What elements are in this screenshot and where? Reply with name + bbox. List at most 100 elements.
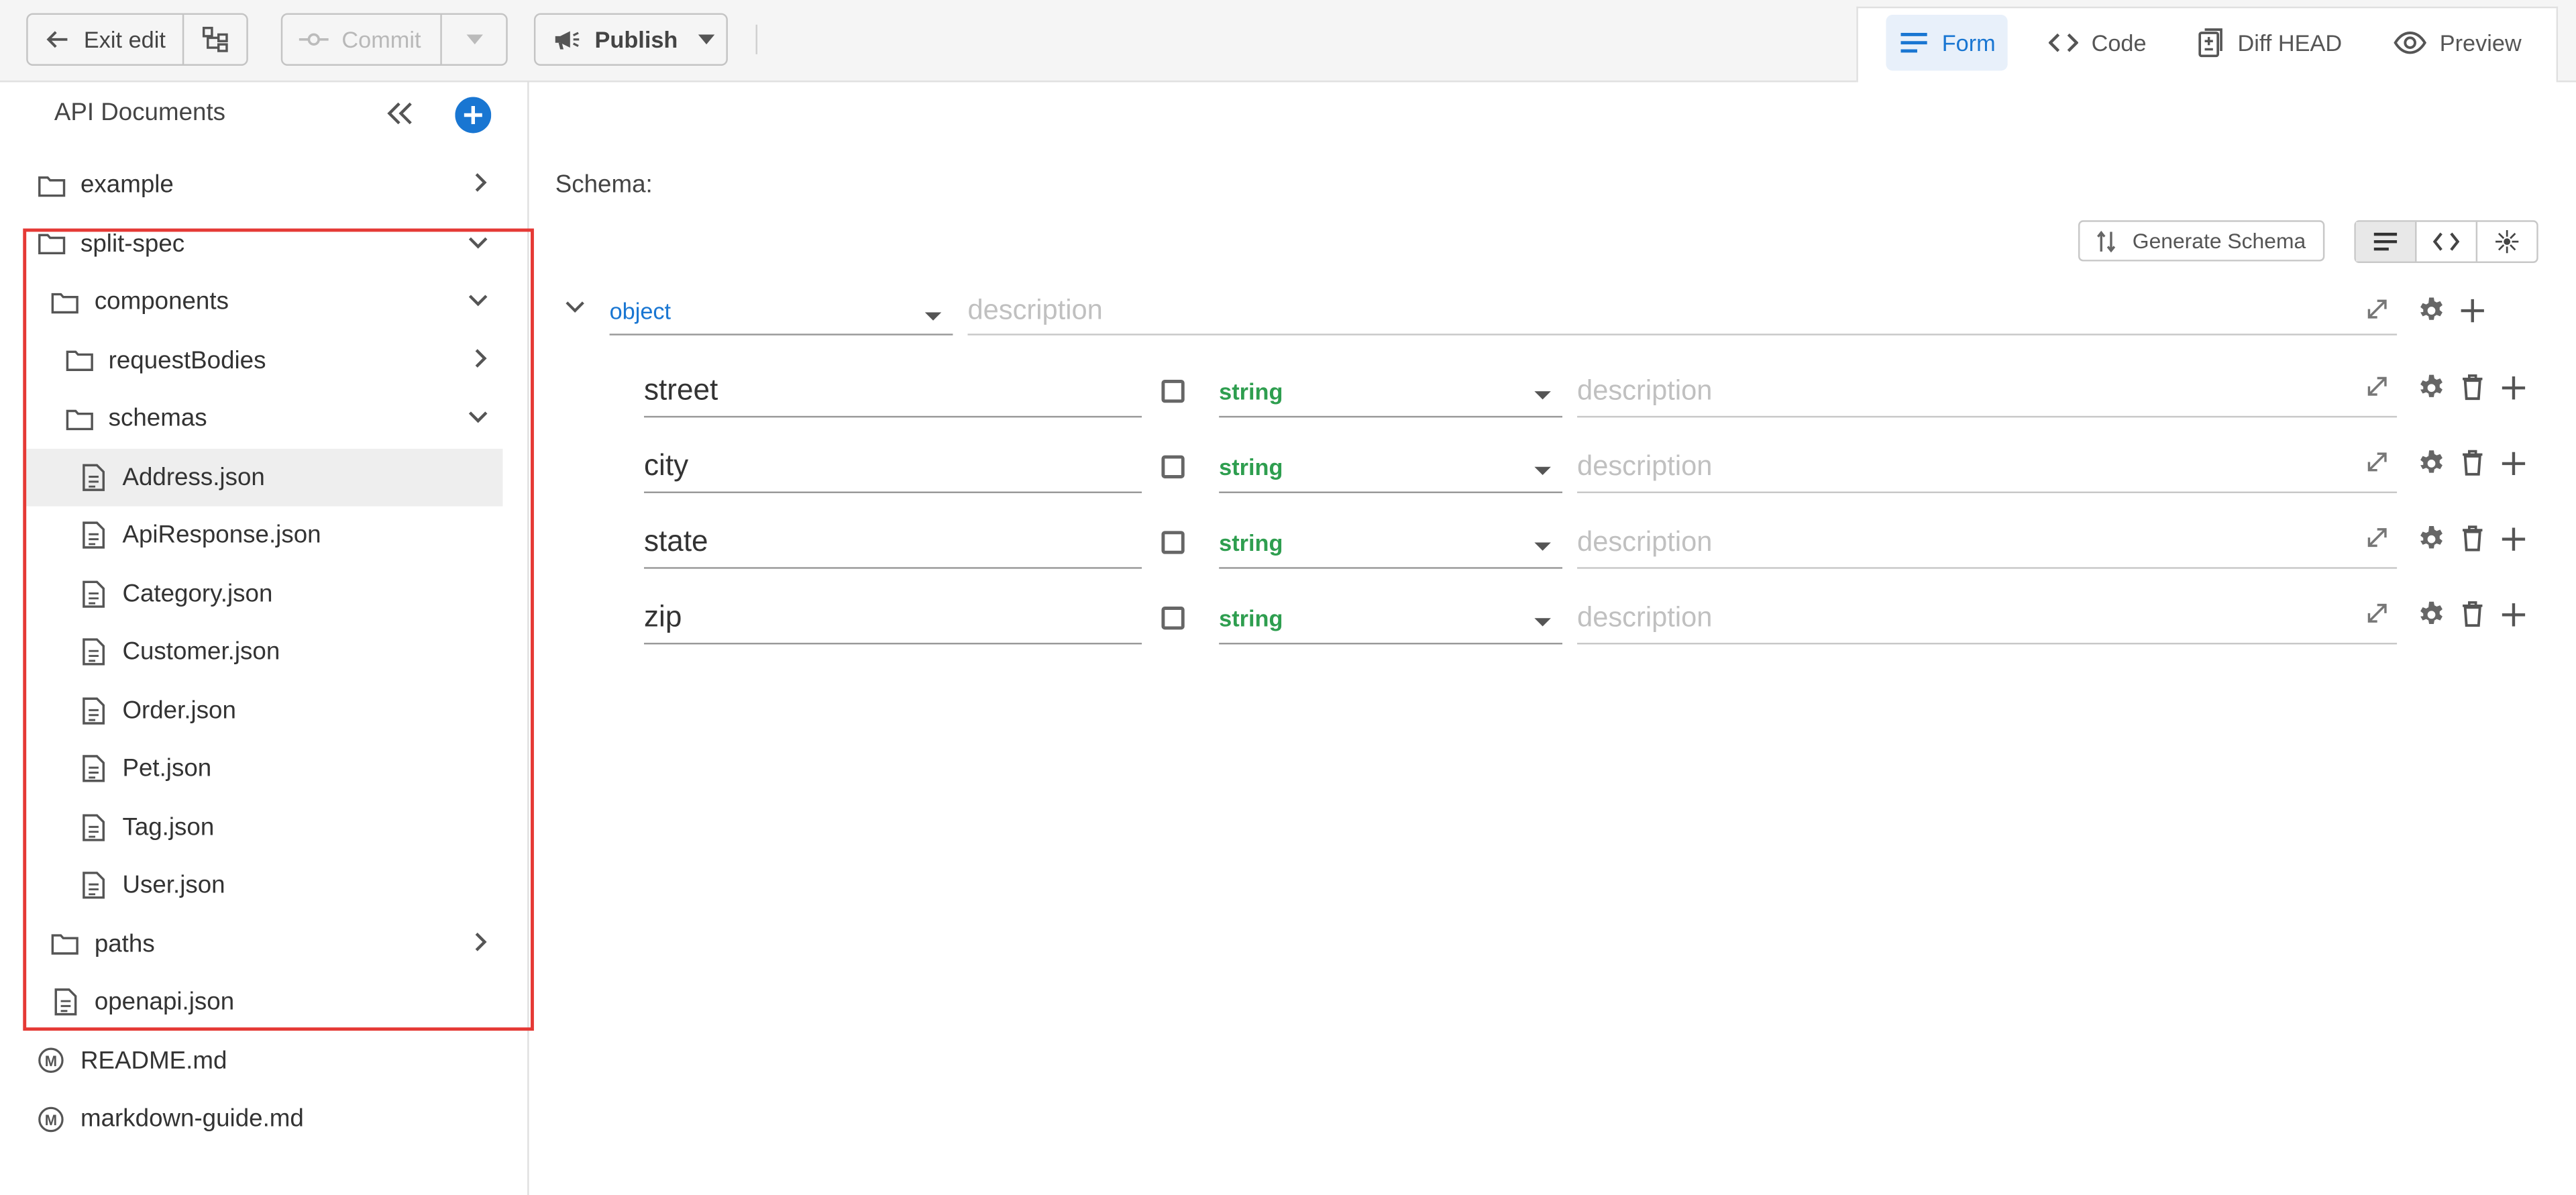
top-toolbar: Exit edit Commit Publish Form Code Diff … [0, 0, 2576, 83]
file-icon [78, 578, 107, 608]
tree-folder-item[interactable]: example [26, 156, 502, 214]
type-dropdown-icon [1534, 391, 1551, 400]
view-tabs: Form Code Diff HEAD Preview [1856, 6, 2559, 83]
gear-icon[interactable] [2416, 373, 2446, 403]
required-checkbox[interactable] [1161, 607, 1185, 630]
required-checkbox[interactable] [1161, 379, 1185, 403]
property-description-input[interactable]: description [1577, 592, 2398, 645]
property-description-input[interactable]: description [1577, 516, 2398, 569]
tree-file-item[interactable]: Category.json [26, 565, 502, 623]
root-type-select[interactable]: object [609, 286, 953, 335]
file-icon [78, 754, 107, 783]
collapse-sidebar-icon[interactable] [384, 100, 417, 126]
type-dropdown-icon [1534, 618, 1551, 627]
property-name-input[interactable]: street [644, 365, 1142, 418]
folder-icon [36, 229, 66, 258]
property-description-input[interactable]: description [1577, 365, 2398, 418]
chevron-down-icon[interactable] [467, 293, 490, 309]
tree-item-label: Category.json [122, 579, 273, 608]
tree-folder-item[interactable]: schemas [26, 390, 502, 448]
property-name-input[interactable]: city [644, 441, 1142, 493]
tree-file-item[interactable]: ApiResponse.json [26, 507, 502, 564]
property-type-select[interactable]: string [1219, 365, 1562, 418]
chevron-down-icon[interactable] [467, 409, 490, 426]
gear-icon[interactable] [2416, 600, 2446, 629]
add-property-icon[interactable] [2500, 450, 2526, 476]
tree-file-item[interactable]: Address.json [26, 448, 503, 506]
tree-item-label: schemas [108, 404, 207, 433]
tree-file-item[interactable]: M README.md [26, 1031, 502, 1089]
schema-editor: Schema: Generate Schema object descripti… [531, 83, 2576, 1195]
root-description-input[interactable]: description [967, 286, 2398, 335]
property-type-select[interactable]: string [1219, 441, 1562, 493]
property-type-value: string [1219, 528, 1283, 555]
exit-edit-button[interactable]: Exit edit [28, 15, 182, 64]
property-name-input[interactable]: state [644, 516, 1142, 569]
type-dropdown-icon [1534, 466, 1551, 476]
tab-code[interactable]: Code [2035, 15, 2159, 70]
tree-item-label: Tag.json [122, 813, 215, 841]
tab-diff-head[interactable]: Diff HEAD [2185, 15, 2355, 70]
property-description-placeholder: description [1577, 601, 1713, 633]
tree-folder-item[interactable]: requestBodies [26, 331, 502, 389]
expand-icon[interactable] [2366, 526, 2389, 549]
tree-file-item[interactable]: User.json [26, 856, 502, 914]
trash-icon[interactable] [2461, 525, 2484, 553]
chevron-right-icon[interactable] [473, 171, 489, 194]
property-type-select[interactable]: string [1219, 592, 1562, 645]
publish-label: Publish [594, 26, 678, 53]
tab-code-label: Code [2091, 30, 2147, 56]
gear-icon[interactable] [2416, 525, 2446, 554]
add-document-icon[interactable] [455, 97, 492, 134]
trash-icon[interactable] [2461, 373, 2484, 401]
trash-icon[interactable] [2461, 600, 2484, 628]
megaphone-icon [552, 26, 582, 52]
chevron-down-icon[interactable] [467, 234, 490, 251]
arrow-left-icon [44, 26, 70, 52]
gear-icon[interactable] [2416, 296, 2446, 325]
tree-file-item[interactable]: Customer.json [26, 623, 502, 681]
property-type-select[interactable]: string [1219, 516, 1562, 569]
trash-icon[interactable] [2461, 449, 2484, 477]
tree-file-item[interactable]: Mmarkdown-guide.md [26, 1090, 502, 1147]
tab-preview[interactable]: Preview [2381, 15, 2535, 70]
tree-file-item[interactable]: Order.json [26, 682, 502, 739]
caret-down-icon [466, 34, 482, 45]
required-checkbox[interactable] [1161, 531, 1185, 554]
commit-icon [299, 30, 329, 49]
expand-icon[interactable] [2366, 375, 2389, 398]
tab-diff-head-label: Diff HEAD [2237, 30, 2343, 56]
collapse-root-icon[interactable] [564, 299, 586, 316]
add-property-icon[interactable] [2459, 297, 2485, 323]
tab-form[interactable]: Form [1886, 15, 2008, 71]
tree-file-item[interactable]: Pet.json [26, 740, 502, 798]
chevron-right-icon[interactable] [473, 346, 489, 369]
chevron-right-icon[interactable] [473, 929, 489, 952]
hierarchy-icon [200, 25, 229, 54]
markdown-icon: M [36, 1045, 66, 1075]
required-checkbox[interactable] [1161, 455, 1185, 478]
property-name-input[interactable]: zip [644, 592, 1142, 645]
expand-icon[interactable] [2366, 450, 2389, 473]
commit-dropdown-button[interactable] [440, 15, 506, 64]
graph-mode-button[interactable] [2475, 221, 2537, 262]
gear-icon[interactable] [2416, 449, 2446, 478]
commit-button[interactable]: Commit [282, 15, 440, 64]
add-property-icon[interactable] [2500, 375, 2526, 401]
property-description-input[interactable]: description [1577, 441, 2398, 493]
tree-folder-item[interactable]: components [26, 273, 502, 331]
form-mode-button[interactable] [2355, 221, 2416, 262]
add-property-icon[interactable] [2500, 602, 2526, 628]
tree-file-item[interactable]: Tag.json [26, 798, 502, 855]
add-property-icon[interactable] [2500, 526, 2526, 552]
generate-schema-button[interactable]: Generate Schema [2078, 220, 2324, 262]
tree-file-item[interactable]: openapi.json [26, 973, 502, 1031]
publish-button[interactable]: Publish [533, 13, 728, 66]
code-mode-button[interactable] [2415, 221, 2476, 262]
expand-icon[interactable] [2366, 297, 2389, 320]
structure-button[interactable] [182, 15, 246, 64]
file-icon [78, 520, 107, 550]
expand-icon[interactable] [2366, 602, 2389, 625]
tree-folder-item[interactable]: paths [26, 915, 502, 972]
tree-folder-item[interactable]: split-spec [26, 215, 502, 272]
